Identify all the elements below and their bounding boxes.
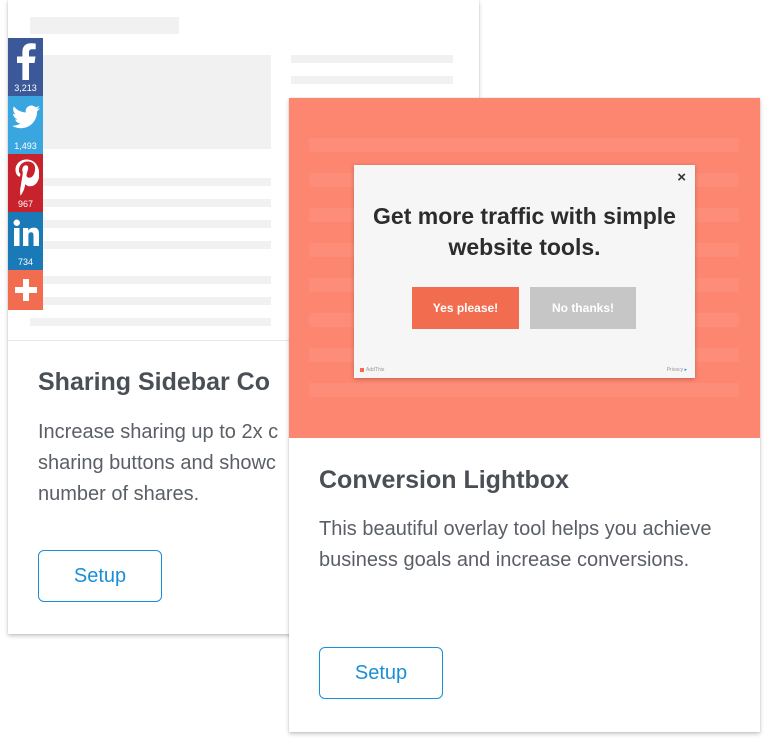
skeleton-line <box>30 318 271 326</box>
plus-icon <box>14 279 37 301</box>
linkedin-share-count: 734 <box>17 257 34 267</box>
skeleton-line <box>291 55 453 63</box>
facebook-share-button[interactable]: 3,213 <box>8 38 43 96</box>
twitter-share-button[interactable]: 1,493 <box>8 96 43 154</box>
card-title: Conversion Lightbox <box>319 466 569 494</box>
skeleton-line <box>30 241 271 249</box>
card-description: This beautiful overlay tool helps you ac… <box>319 518 712 571</box>
skeleton-line <box>30 276 271 284</box>
pinterest-share-button[interactable]: 967 <box>8 154 43 212</box>
card-description: Increase sharing up to 2x c sharing butt… <box>38 421 279 505</box>
no-button[interactable]: No thanks! <box>530 287 636 329</box>
lightbox-headline: Get more traffic with simple website too… <box>373 203 676 260</box>
brand-name: AddThis <box>366 367 385 373</box>
share-sidebar: 3,213 1,493 967 734 <box>8 38 43 310</box>
twitter-icon <box>11 105 40 129</box>
skeleton-line <box>30 199 271 207</box>
card-title: Sharing Sidebar Co <box>38 368 270 396</box>
pinterest-share-count: 967 <box>17 199 34 209</box>
twitter-share-count: 1,493 <box>14 141 37 151</box>
privacy-link[interactable]: Privacy ▸ <box>667 367 687 373</box>
pinterest-icon <box>15 159 39 196</box>
privacy-arrow-icon: ▸ <box>684 367 687 373</box>
facebook-share-count: 3,213 <box>14 83 37 93</box>
linkedin-share-button[interactable]: 734 <box>8 212 43 270</box>
yes-button[interactable]: Yes please! <box>412 287 519 329</box>
facebook-icon <box>16 43 36 80</box>
ghost-line <box>309 383 739 397</box>
skeleton-line <box>30 178 271 186</box>
setup-button[interactable]: Setup <box>38 550 162 602</box>
skeleton-image <box>30 55 271 149</box>
more-share-button[interactable] <box>8 270 43 310</box>
skeleton-line <box>291 76 453 84</box>
skeleton-title <box>30 17 179 34</box>
ghost-line <box>309 138 739 152</box>
close-icon[interactable]: × <box>677 170 686 186</box>
lightbox-popup: × Get more traffic with simple website t… <box>354 165 695 378</box>
brand-mark-icon <box>360 368 364 372</box>
brand-logo: AddThis <box>360 367 384 373</box>
setup-button[interactable]: Setup <box>319 647 443 699</box>
linkedin-icon <box>13 219 39 246</box>
skeleton-line <box>30 297 271 305</box>
privacy-label: Privacy <box>666 367 684 373</box>
conversion-lightbox-card: × Get more traffic with simple website t… <box>289 98 760 732</box>
skeleton-line <box>30 220 271 228</box>
lightbox-preview: × Get more traffic with simple website t… <box>289 98 760 438</box>
